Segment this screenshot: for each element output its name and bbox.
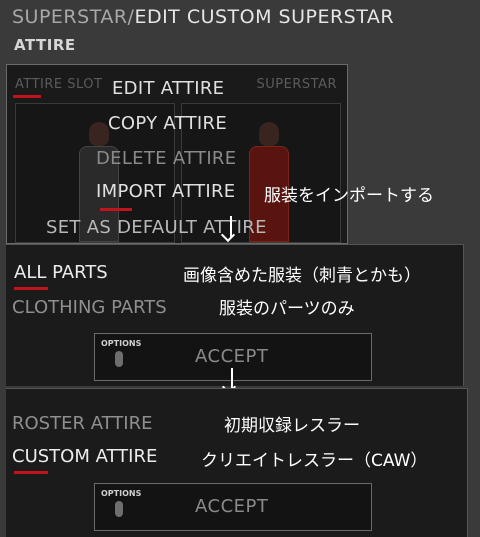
breadcrumb-superstar[interactable]: SUPERSTAR	[12, 6, 128, 28]
annotation-clothing-parts: 服装のパーツのみ	[219, 299, 355, 319]
tab-superstar[interactable]: SUPERSTAR	[257, 77, 337, 92]
options-label: OPTIONS	[101, 339, 142, 348]
import-selected-underline	[100, 208, 132, 211]
menu-copy-attire[interactable]: COPY ATTIRE	[108, 113, 227, 134]
custom-attire-selected-underline	[14, 471, 48, 474]
menu-import-attire[interactable]: IMPORT ATTIRE	[96, 181, 235, 202]
analog-stick-icon	[115, 351, 123, 367]
all-parts-selected-underline	[14, 287, 48, 290]
option-clothing-parts[interactable]: CLOTHING PARTS	[12, 297, 167, 318]
annotation-custom-attire: クリエイトレスラー（CAW）	[201, 451, 428, 471]
down-arrow-icon	[220, 216, 241, 244]
accept-label: ACCEPT	[195, 346, 269, 367]
annotation-all-parts: 画像含めた服装（刺青とかも）	[183, 266, 421, 286]
page-title: SUPERSTAR/EDIT CUSTOM SUPERSTAR	[12, 6, 394, 28]
option-roster-attire[interactable]: ROSTER ATTIRE	[12, 413, 152, 434]
annotation-import: 服装をインポートする	[264, 186, 434, 206]
analog-stick-icon	[115, 501, 123, 517]
menu-edit-attire[interactable]: EDIT ATTIRE	[112, 78, 224, 99]
section-subtitle: ATTIRE	[14, 36, 76, 54]
options-label: OPTIONS	[101, 489, 142, 498]
breadcrumb-current: EDIT CUSTOM SUPERSTAR	[134, 6, 395, 28]
menu-delete-attire[interactable]: DELETE ATTIRE	[96, 148, 236, 169]
accept-button[interactable]: OPTIONS ACCEPT	[94, 483, 372, 531]
active-tab-underline	[13, 95, 41, 98]
option-custom-attire[interactable]: CUSTOM ATTIRE	[12, 446, 157, 467]
annotation-roster-attire: 初期収録レスラー	[224, 416, 360, 436]
tab-attire-slot[interactable]: ATTIRE SLOT	[15, 77, 102, 92]
option-all-parts[interactable]: ALL PARTS	[14, 262, 108, 283]
accept-label: ACCEPT	[195, 496, 269, 517]
